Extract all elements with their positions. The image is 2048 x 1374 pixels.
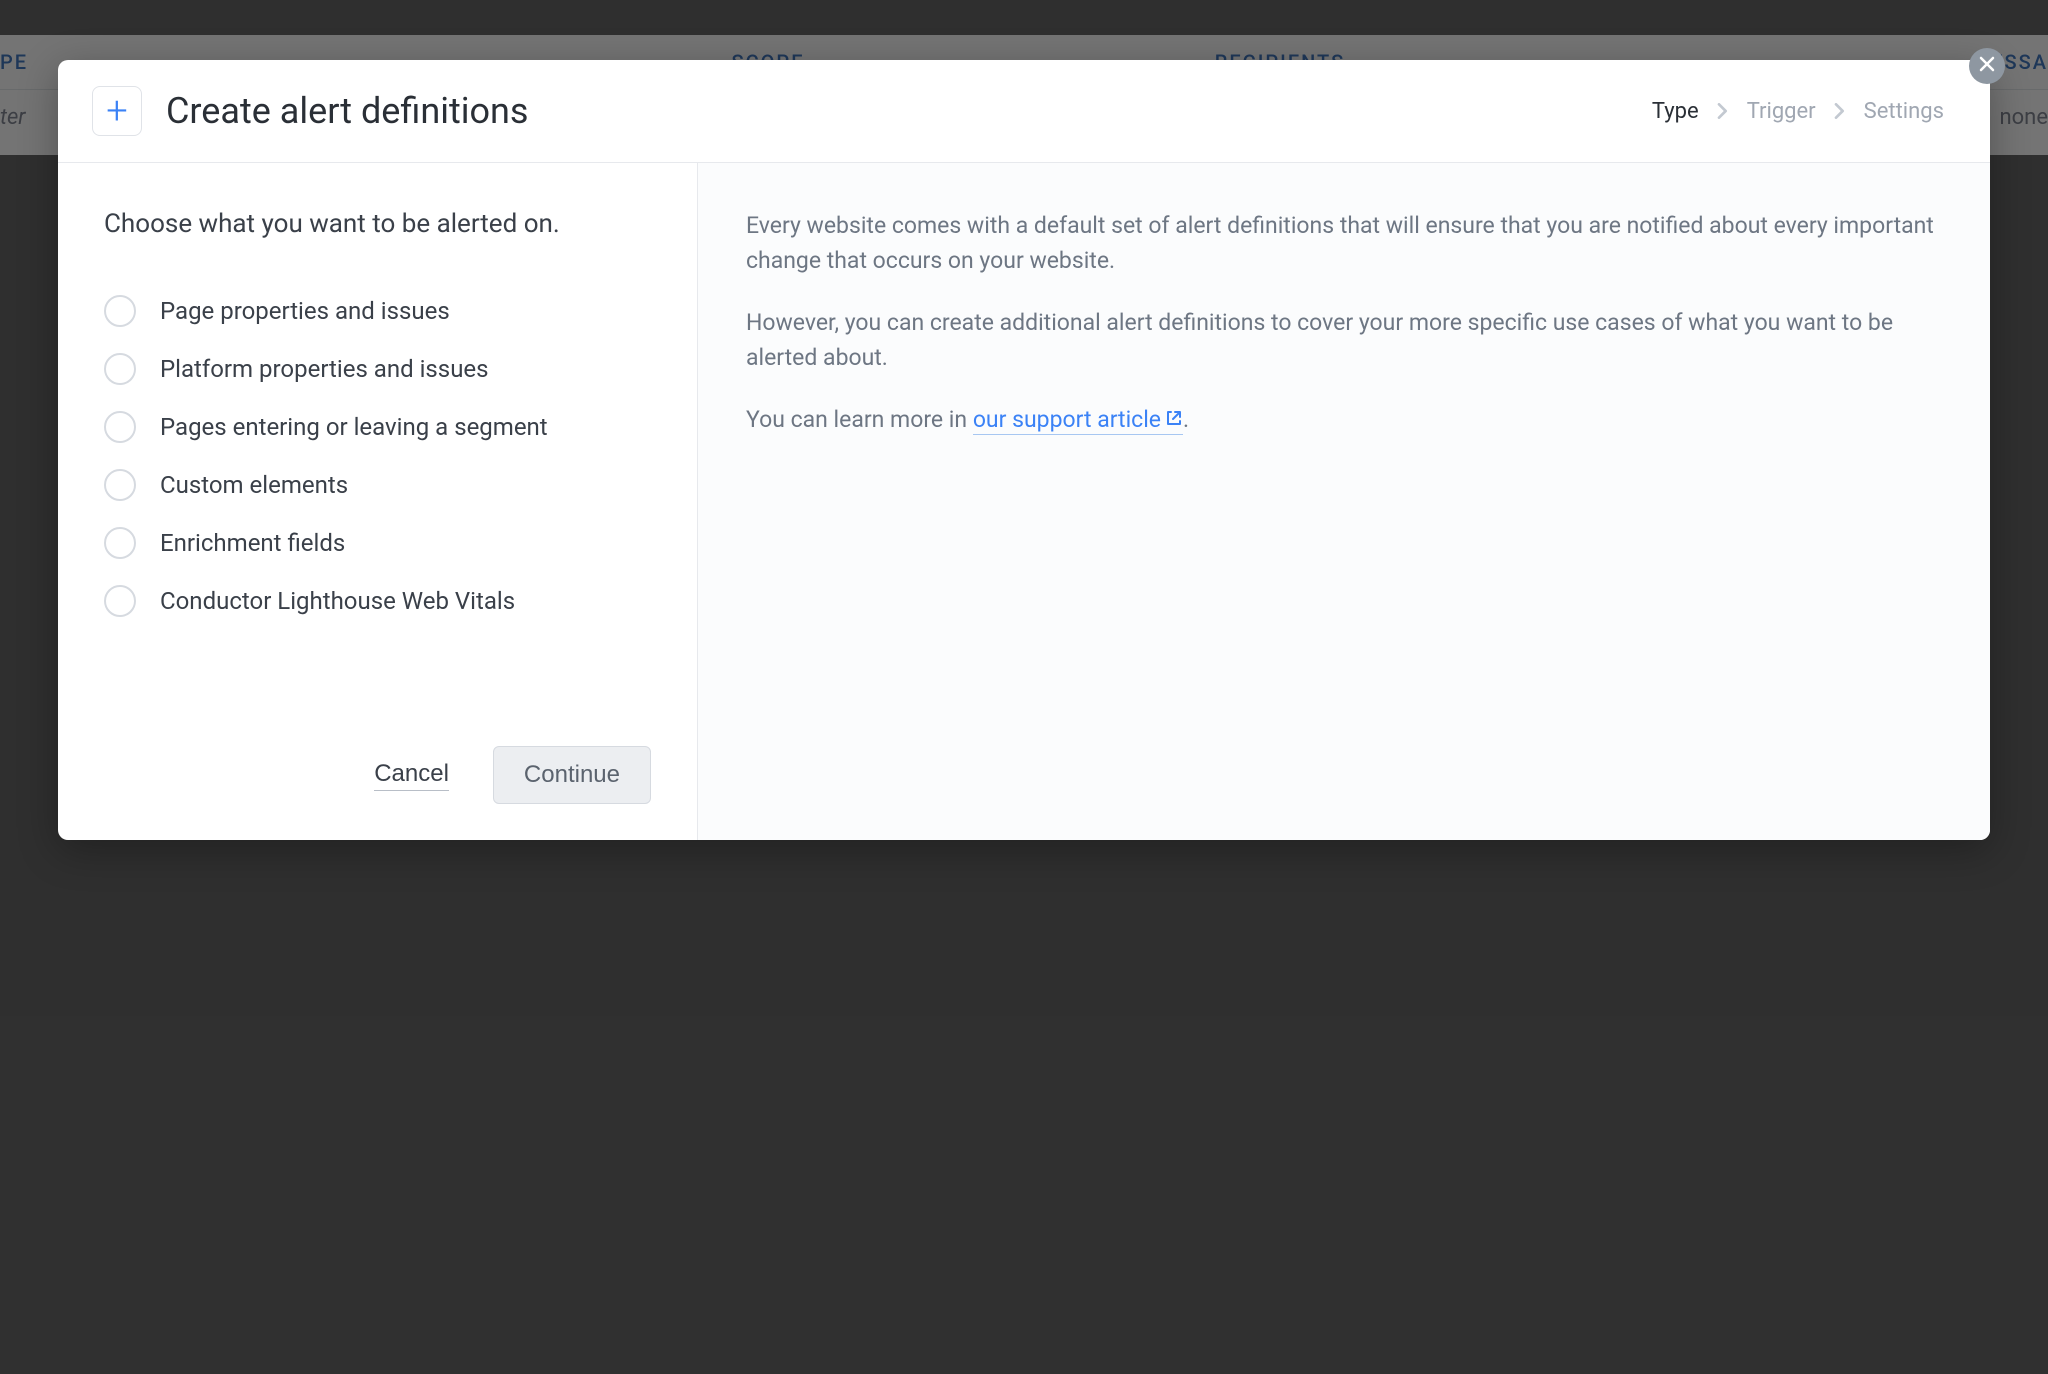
chevron-right-icon — [1834, 103, 1846, 119]
plus-icon: + — [106, 92, 127, 130]
support-article-link[interactable]: our support article — [973, 406, 1183, 435]
close-button[interactable] — [1969, 48, 2005, 84]
radio-icon — [104, 585, 136, 617]
create-alert-modal: + Create alert definitions Type Trigger … — [58, 60, 1990, 840]
radio-icon — [104, 527, 136, 559]
info-paragraph: However, you can create additional alert… — [746, 306, 1942, 375]
link-text: our support article — [973, 406, 1161, 433]
option-label: Pages entering or leaving a segment — [160, 413, 548, 441]
external-link-icon — [1165, 409, 1183, 427]
radio-icon — [104, 469, 136, 501]
radio-icon — [104, 411, 136, 443]
breadcrumb-step-trigger[interactable]: Trigger — [1747, 99, 1816, 124]
option-label: Enrichment fields — [160, 529, 345, 557]
option-platform-properties[interactable]: Platform properties and issues — [104, 353, 651, 385]
info-pane: Every website comes with a default set o… — [698, 163, 1990, 840]
prompt-text: Choose what you want to be alerted on. — [104, 209, 651, 239]
breadcrumb-step-settings[interactable]: Settings — [1864, 99, 1944, 124]
option-enrichment-fields[interactable]: Enrichment fields — [104, 527, 651, 559]
breadcrumb-step-type[interactable]: Type — [1652, 99, 1699, 124]
modal-title: Create alert definitions — [166, 90, 528, 132]
action-row: Cancel Continue — [104, 746, 651, 804]
option-label: Custom elements — [160, 471, 348, 499]
continue-button[interactable]: Continue — [493, 746, 651, 804]
option-pages-segment[interactable]: Pages entering or leaving a segment — [104, 411, 651, 443]
option-label: Page properties and issues — [160, 297, 450, 325]
left-pane: Choose what you want to be alerted on. P… — [58, 163, 698, 840]
radio-icon — [104, 295, 136, 327]
chevron-right-icon — [1717, 103, 1729, 119]
alert-type-options: Page properties and issues Platform prop… — [104, 295, 651, 716]
option-label: Platform properties and issues — [160, 355, 489, 383]
info-text: You can learn more in — [746, 406, 973, 433]
option-lighthouse-vitals[interactable]: Conductor Lighthouse Web Vitals — [104, 585, 651, 617]
modal-header: + Create alert definitions Type Trigger … — [58, 60, 1990, 163]
info-paragraph: Every website comes with a default set o… — [746, 209, 1942, 278]
cancel-button[interactable]: Cancel — [374, 760, 449, 791]
radio-icon — [104, 353, 136, 385]
info-paragraph: You can learn more in our support articl… — [746, 403, 1942, 438]
option-custom-elements[interactable]: Custom elements — [104, 469, 651, 501]
plus-icon-box: + — [92, 86, 142, 136]
option-label: Conductor Lighthouse Web Vitals — [160, 587, 515, 615]
option-page-properties[interactable]: Page properties and issues — [104, 295, 651, 327]
wizard-breadcrumb: Type Trigger Settings — [1652, 99, 1944, 124]
modal-body: Choose what you want to be alerted on. P… — [58, 163, 1990, 840]
info-text: . — [1183, 406, 1189, 433]
close-icon — [1979, 56, 1995, 76]
